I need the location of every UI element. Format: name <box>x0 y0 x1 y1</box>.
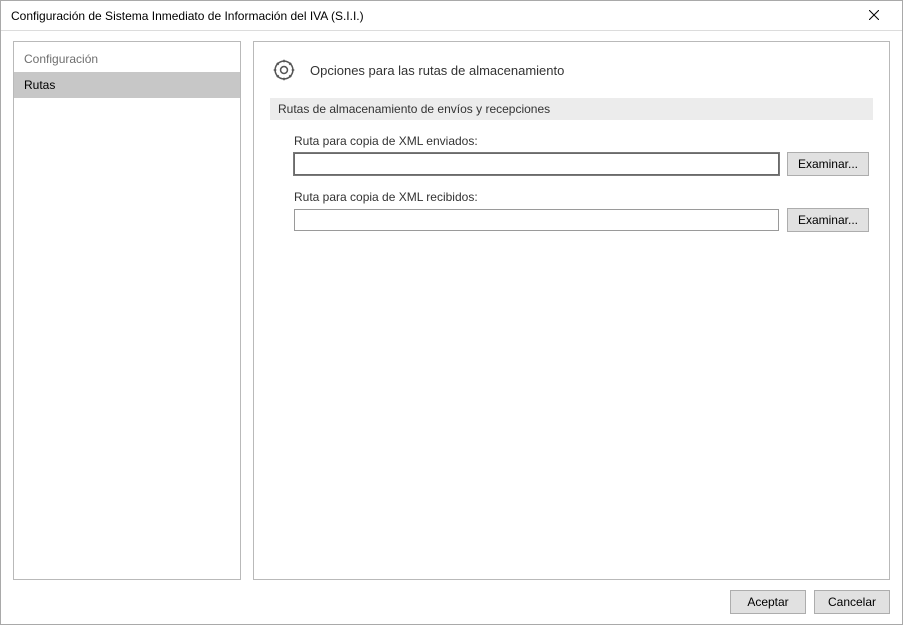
sidebar-header: Configuración <box>14 44 240 72</box>
body-row: Configuración Rutas Opciones para las ru… <box>13 41 890 580</box>
close-button[interactable] <box>851 2 896 30</box>
window-title: Configuración de Sistema Inmediato de In… <box>11 9 851 23</box>
section-title: Rutas de almacenamiento de envíos y rece… <box>270 98 873 120</box>
dialog-footer: Aceptar Cancelar <box>13 580 890 614</box>
close-icon <box>869 9 879 23</box>
dialog-window: Configuración de Sistema Inmediato de In… <box>0 0 903 625</box>
label-xml-received: Ruta para copia de XML recibidos: <box>294 190 869 204</box>
row-xml-sent: Examinar... <box>294 152 869 176</box>
browse-sent-button[interactable]: Examinar... <box>787 152 869 176</box>
fields-block: Ruta para copia de XML enviados: Examina… <box>270 134 873 246</box>
content-heading-text: Opciones para las rutas de almacenamient… <box>310 63 564 78</box>
content-panel: Opciones para las rutas de almacenamient… <box>253 41 890 580</box>
sidebar-item-rutas[interactable]: Rutas <box>14 72 240 98</box>
label-xml-sent: Ruta para copia de XML enviados: <box>294 134 869 148</box>
sidebar-item-label: Rutas <box>24 78 55 92</box>
browse-received-button[interactable]: Examinar... <box>787 208 869 232</box>
input-xml-sent-path[interactable] <box>294 153 779 175</box>
content-heading: Opciones para las rutas de almacenamient… <box>270 56 873 84</box>
row-xml-received: Examinar... <box>294 208 869 232</box>
gear-icon <box>270 56 298 84</box>
title-bar: Configuración de Sistema Inmediato de In… <box>1 1 902 31</box>
input-xml-received-path[interactable] <box>294 209 779 231</box>
cancel-button[interactable]: Cancelar <box>814 590 890 614</box>
client-area: Configuración Rutas Opciones para las ru… <box>1 31 902 624</box>
sidebar: Configuración Rutas <box>13 41 241 580</box>
accept-button[interactable]: Aceptar <box>730 590 806 614</box>
